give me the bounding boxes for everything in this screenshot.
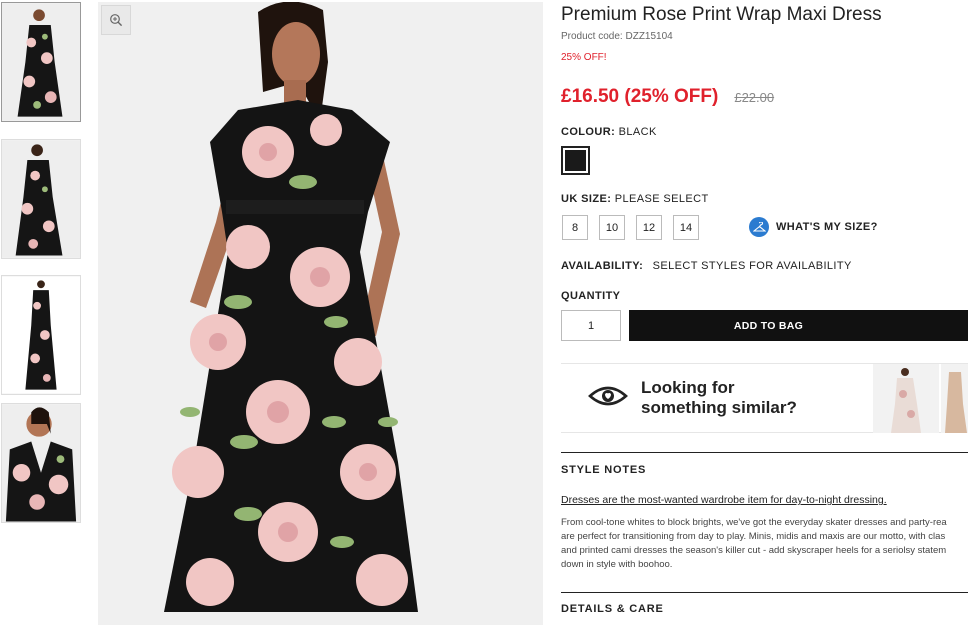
similar-line-2: something similar? xyxy=(641,398,797,417)
style-notes-line: From cool-tone whites to block brights, … xyxy=(561,517,947,528)
style-notes-line: down in style with boohoo. xyxy=(561,559,673,570)
thumbnail-full-length[interactable] xyxy=(1,275,81,395)
similar-dress-image xyxy=(873,364,939,433)
original-price: £22.00 xyxy=(734,90,775,105)
dress-close-up-image xyxy=(2,404,80,522)
product-code: Product code: DZZ15104 xyxy=(561,31,673,42)
product-title: Premium Rose Print Wrap Maxi Dress xyxy=(561,4,882,25)
details-care-heading[interactable]: DETAILS & CARE xyxy=(561,592,968,625)
dress-full-length-image xyxy=(2,276,80,394)
whats-my-size-link[interactable]: WHAT'S MY SIZE? xyxy=(749,217,878,237)
size-label: UK SIZE: PLEASE SELECT xyxy=(561,193,709,205)
colour-label-value: BLACK xyxy=(618,126,657,138)
availability-key: AVAILABILITY: xyxy=(561,260,644,272)
similar-items-text: Looking for something similar? xyxy=(641,378,797,418)
availability-label: AVAILABILITY: SELECT STYLES FOR AVAILABI… xyxy=(561,260,852,272)
size-option-8[interactable]: 8 xyxy=(562,215,588,240)
size-label-key: UK SIZE: xyxy=(561,193,612,205)
similar-thumbnail[interactable] xyxy=(941,364,968,433)
swatch-fill xyxy=(565,150,586,171)
similar-dress-image xyxy=(941,364,968,433)
discount-note: 25% OFF! xyxy=(561,52,607,63)
dress-front-image xyxy=(2,3,80,121)
size-option-10[interactable]: 10 xyxy=(599,215,625,240)
main-product-image[interactable] xyxy=(98,2,543,625)
current-price: £16.50 (25% OFF) xyxy=(561,86,719,107)
dress-model-image xyxy=(98,2,543,625)
thumbnail-front[interactable] xyxy=(1,2,81,122)
similar-items-banner[interactable]: Looking for something similar? xyxy=(561,363,968,433)
style-notes-body: From cool-tone whites to block brights, … xyxy=(561,516,968,572)
style-notes-line: are perfect for transitioning from day t… xyxy=(561,531,946,542)
style-notes-line: and printed cami dresses the season's ki… xyxy=(561,545,947,556)
thumbnail-back[interactable] xyxy=(1,139,81,259)
hanger-icon xyxy=(749,217,769,237)
colour-label: COLOUR: BLACK xyxy=(561,126,657,138)
zoom-in-icon xyxy=(110,14,123,27)
add-to-bag-button[interactable]: ADD TO BAG xyxy=(629,310,968,341)
size-label-value: PLEASE SELECT xyxy=(614,193,709,205)
colour-label-key: COLOUR: xyxy=(561,126,616,138)
availability-value: SELECT STYLES FOR AVAILABILITY xyxy=(652,260,852,272)
price-row: £16.50 (25% OFF) £22.00 xyxy=(561,86,774,108)
similar-thumbnail[interactable] xyxy=(873,364,939,433)
similar-line-1: Looking for xyxy=(641,378,735,397)
size-option-14[interactable]: 14 xyxy=(673,215,699,240)
zoom-button[interactable] xyxy=(101,5,131,35)
dress-back-image xyxy=(2,140,80,258)
quantity-input[interactable] xyxy=(561,310,621,341)
product-details: Premium Rose Print Wrap Maxi Dress Produ… xyxy=(561,0,968,625)
size-options: 8 10 12 14 xyxy=(562,215,699,240)
quantity-label: QUANTITY xyxy=(561,290,621,302)
eye-icon xyxy=(588,386,628,406)
style-notes-heading[interactable]: STYLE NOTES xyxy=(561,452,968,484)
style-notes-lead: Dresses are the most-wanted wardrobe ite… xyxy=(561,494,887,506)
size-option-12[interactable]: 12 xyxy=(636,215,662,240)
whats-my-size-label: WHAT'S MY SIZE? xyxy=(776,221,878,233)
thumbnail-close-up[interactable] xyxy=(1,403,81,523)
colour-swatch-black[interactable] xyxy=(561,146,590,175)
